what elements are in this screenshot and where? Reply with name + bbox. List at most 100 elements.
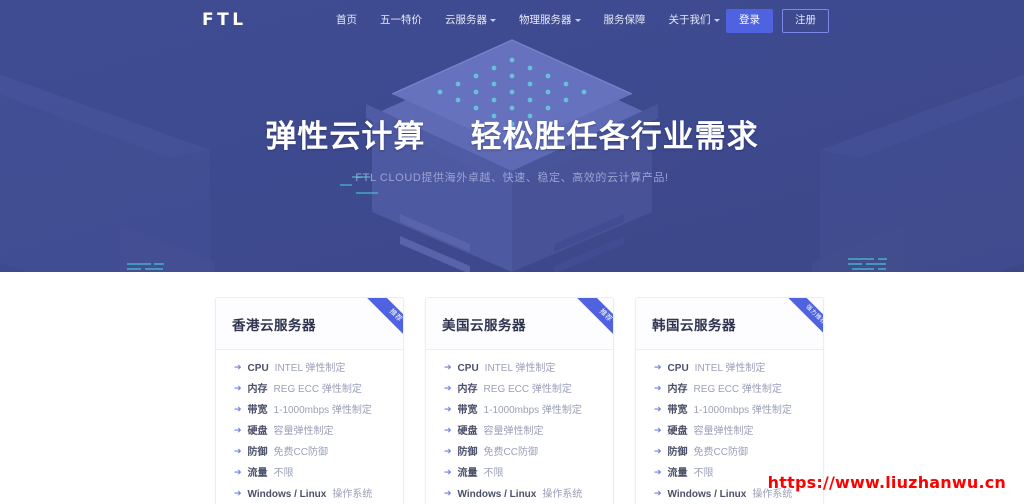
feature-label: 防御: [247, 447, 268, 458]
feature-item: ➔ 带宽 1-1000mbps 弹性制定: [654, 404, 823, 416]
feature-value: 免费CC防御: [483, 447, 538, 458]
product-card-usa[interactable]: 美国云服务器 推荐 ➔ CPU INTEL 弹性制定 ➔ 内存 REG ECC …: [425, 297, 614, 504]
feature-value: INTEL 弹性制定: [484, 363, 556, 374]
feature-value: 免费CC防御: [693, 447, 748, 458]
arrow-right-icon: ➔: [444, 404, 452, 414]
feature-item: ➔ 防御 免费CC防御: [654, 446, 823, 458]
feature-item: ➔ Windows / Linux 操作系统: [234, 488, 403, 500]
feature-label: 带宽: [247, 405, 268, 416]
top-navigation-bar: FTL 首页 五一特价 云服务器 物理服务器 服务保障 关于我们 登录 注册: [0, 0, 1024, 42]
feature-item: ➔ 防御 免费CC防御: [234, 446, 403, 458]
arrow-right-icon: ➔: [234, 425, 242, 435]
feature-item: ➔ 带宽 1-1000mbps 弹性制定: [444, 404, 613, 416]
arrow-right-icon: ➔: [234, 404, 242, 414]
arrow-right-icon: ➔: [444, 488, 452, 498]
product-card-hongkong[interactable]: 香港云服务器 推荐 ➔ CPU INTEL 弹性制定 ➔ 内存 REG ECC …: [215, 297, 404, 504]
arrow-right-icon: ➔: [654, 383, 662, 393]
feature-label: 防御: [667, 447, 688, 458]
register-button[interactable]: 注册: [782, 9, 829, 33]
feature-label: 内存: [457, 384, 478, 395]
nav-item-label: 物理服务器: [519, 14, 572, 26]
nav-item-about-us[interactable]: 关于我们: [669, 12, 720, 27]
feature-label: 防御: [457, 447, 478, 458]
hero-title: 弹性云计算 轻松胜任各行业需求: [0, 118, 1024, 157]
site-logo[interactable]: FTL: [202, 10, 247, 30]
feature-value: REG ECC 弹性制定: [273, 384, 362, 395]
feature-list: ➔ CPU INTEL 弹性制定 ➔ 内存 REG ECC 弹性制定 ➔ 带宽 …: [426, 350, 613, 500]
arrow-right-icon: ➔: [654, 488, 662, 498]
feature-value: 操作系统: [542, 489, 583, 500]
feature-item: ➔ 硬盘 容量弹性制定: [444, 425, 613, 437]
nav-actions: 登录 注册: [726, 9, 829, 33]
arrow-right-icon: ➔: [654, 404, 662, 414]
feature-value: 容量弹性制定: [273, 426, 334, 437]
feature-item: ➔ CPU INTEL 弹性制定: [444, 363, 613, 374]
arrow-right-icon: ➔: [654, 467, 662, 477]
nav-item-service-guarantee[interactable]: 服务保障: [604, 12, 646, 27]
feature-value: 容量弹性制定: [483, 426, 544, 437]
feature-label: 流量: [457, 468, 478, 479]
feature-item: ➔ CPU INTEL 弹性制定: [234, 363, 403, 374]
nav-item-label: 服务保障: [603, 14, 646, 26]
card-title: 韩国云服务器: [652, 317, 736, 333]
card-title: 香港云服务器: [232, 317, 316, 333]
card-header: 韩国云服务器: [636, 298, 823, 350]
feature-value: 操作系统: [332, 489, 373, 500]
feature-label: 硬盘: [247, 426, 268, 437]
feature-label: 带宽: [667, 405, 688, 416]
feature-item: ➔ 硬盘 容量弹性制定: [234, 425, 403, 437]
feature-value: INTEL 弹性制定: [694, 363, 766, 374]
card-title: 美国云服务器: [442, 317, 526, 333]
feature-label: CPU: [667, 363, 689, 374]
hero-text-block: 弹性云计算 轻松胜任各行业需求 FTL CLOUD提供海外卓越、快速、稳定、高效…: [0, 118, 1024, 185]
nav-item-promo[interactable]: 五一特价: [380, 12, 422, 27]
hero-title-part1: 弹性云计算: [265, 119, 426, 154]
feature-label: 内存: [247, 384, 268, 395]
product-cards: 香港云服务器 推荐 ➔ CPU INTEL 弹性制定 ➔ 内存 REG ECC …: [215, 297, 824, 504]
login-button[interactable]: 登录: [726, 9, 773, 33]
watermark-url: https://www.liuzhanwu.cn: [767, 473, 1006, 492]
nav-item-label: 关于我们: [668, 14, 711, 26]
hero-title-part2: 轻松胜任各行业需求: [470, 119, 759, 154]
feature-item: ➔ 流量 不限: [234, 467, 403, 479]
feature-label: CPU: [457, 363, 479, 374]
nav-item-home[interactable]: 首页: [336, 12, 357, 27]
feature-label: 硬盘: [667, 426, 688, 437]
chevron-down-icon: [574, 19, 581, 22]
feature-label: Windows / Linux: [457, 489, 537, 500]
feature-item: ➔ CPU INTEL 弹性制定: [654, 363, 823, 374]
arrow-right-icon: ➔: [234, 383, 242, 393]
feature-value: INTEL 弹性制定: [274, 363, 346, 374]
hero-banner: FTL 首页 五一特价 云服务器 物理服务器 服务保障 关于我们 登录 注册 弹…: [0, 0, 1024, 272]
chevron-down-icon: [490, 19, 496, 22]
feature-label: Windows / Linux: [247, 489, 327, 500]
feature-item: ➔ Windows / Linux 操作系统: [444, 488, 613, 500]
feature-value: 不限: [693, 468, 714, 479]
feature-value: REG ECC 弹性制定: [693, 384, 782, 395]
feature-item: ➔ 硬盘 容量弹性制定: [654, 425, 823, 437]
card-header: 美国云服务器: [426, 298, 613, 350]
arrow-right-icon: ➔: [444, 425, 452, 435]
nav-item-physical-servers[interactable]: 物理服务器: [519, 12, 581, 27]
arrow-right-icon: ➔: [654, 425, 662, 435]
arrow-right-icon: ➔: [444, 467, 452, 477]
feature-label: Windows / Linux: [667, 489, 747, 500]
product-cards-section: 香港云服务器 推荐 ➔ CPU INTEL 弹性制定 ➔ 内存 REG ECC …: [0, 272, 1024, 504]
feature-label: CPU: [247, 363, 269, 374]
arrow-right-icon: ➔: [234, 446, 242, 456]
feature-label: 内存: [667, 384, 688, 395]
feature-label: 流量: [247, 468, 268, 479]
nav-links: 首页 五一特价 云服务器 物理服务器 服务保障 关于我们: [336, 12, 720, 27]
arrow-right-icon: ➔: [234, 467, 242, 477]
feature-label: 流量: [667, 468, 688, 479]
nav-item-cloud-servers[interactable]: 云服务器: [445, 12, 496, 27]
arrow-right-icon: ➔: [234, 488, 242, 498]
arrow-right-icon: ➔: [654, 446, 662, 456]
feature-value: 1-1000mbps 弹性制定: [273, 405, 372, 416]
feature-label: 带宽: [457, 405, 478, 416]
nav-item-label: 云服务器: [445, 14, 487, 26]
feature-label: 硬盘: [457, 426, 478, 437]
feature-value: REG ECC 弹性制定: [483, 384, 572, 395]
nav-item-label: 首页: [336, 14, 357, 26]
page-root: FTL 首页 五一特价 云服务器 物理服务器 服务保障 关于我们 登录 注册 弹…: [0, 0, 1024, 504]
